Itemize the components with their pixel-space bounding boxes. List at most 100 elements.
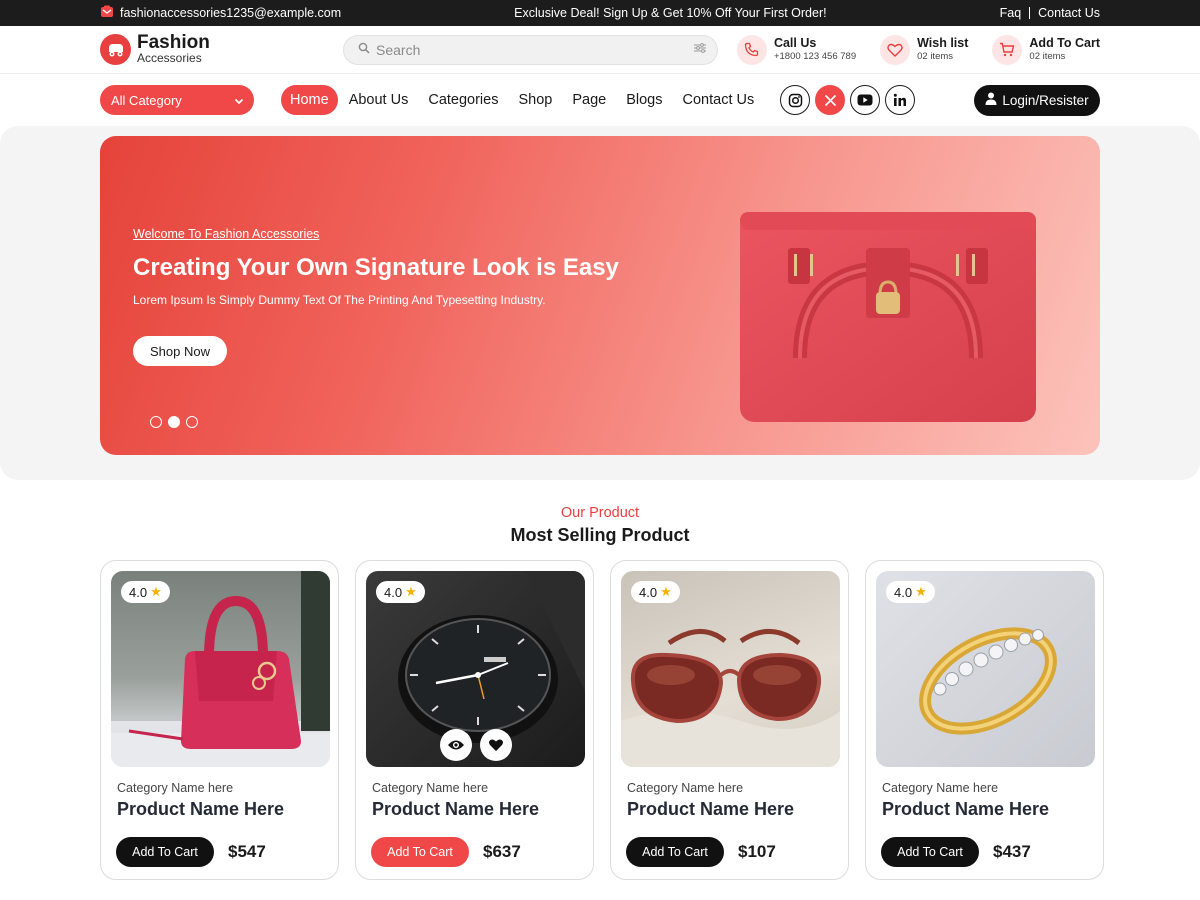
- star-icon: ★: [915, 584, 927, 599]
- product-name[interactable]: Product Name Here: [627, 799, 838, 820]
- product-card[interactable]: 4.0 ★ Category Name here Product Name He…: [610, 560, 849, 880]
- rating-badge: 4.0 ★: [886, 581, 935, 603]
- topbar-contact-link[interactable]: Contact Us: [1038, 6, 1100, 20]
- heart-icon: [880, 34, 911, 65]
- product-price: $107: [738, 842, 776, 861]
- nav-item-home[interactable]: Home: [281, 85, 338, 115]
- rating-value: 4.0: [129, 584, 148, 600]
- product-price: $547: [228, 842, 266, 861]
- add-to-cart-button[interactable]: Add To Cart: [371, 837, 469, 867]
- search-icon: [358, 41, 370, 59]
- topbar-email[interactable]: fashionaccessories1235@example.com: [100, 5, 341, 21]
- search-input[interactable]: [376, 41, 687, 58]
- product-image-handbag[interactable]: 4.0 ★: [111, 571, 330, 767]
- x-icon[interactable]: [815, 85, 846, 115]
- heart-icon[interactable]: [479, 729, 512, 761]
- shop-now-button[interactable]: Shop Now: [133, 336, 227, 366]
- topbar-promo: Exclusive Deal! Sign Up & Get 10% Off Yo…: [514, 6, 827, 20]
- product-image-watch[interactable]: 4.0 ★: [366, 571, 585, 767]
- wishlist[interactable]: Wish list 02 items: [880, 34, 969, 65]
- user-icon: [985, 92, 997, 108]
- rating-badge: 4.0 ★: [376, 581, 425, 603]
- hero-section: Welcome To Fashion Accessories Creating …: [0, 126, 1200, 480]
- topbar-email-text: fashionaccessories1235@example.com: [120, 6, 342, 20]
- nav-item-categories[interactable]: Categories: [419, 85, 507, 115]
- rating-value: 4.0: [384, 584, 403, 600]
- chevron-down-icon: [234, 93, 244, 108]
- add-to-cart-button[interactable]: Add To Cart: [116, 837, 214, 867]
- rating-value: 4.0: [639, 584, 658, 600]
- cart-icon: [992, 34, 1023, 65]
- product-card[interactable]: 4.0 ★ Category Name here Product Name He…: [355, 560, 594, 880]
- add-to-cart-button[interactable]: Add To Cart: [881, 837, 979, 867]
- product-grid: 4.0 ★ Category Name here Product Name He…: [0, 560, 1200, 880]
- category-select[interactable]: All Category: [100, 85, 254, 115]
- product-image-ring[interactable]: 4.0 ★: [876, 571, 1095, 767]
- product-category: Category Name here: [372, 781, 489, 795]
- rating-value: 4.0: [894, 584, 913, 600]
- call-us[interactable]: Call Us +1800 123 456 789: [736, 34, 857, 65]
- rating-badge: 4.0 ★: [631, 581, 680, 603]
- product-card[interactable]: 4.0 ★ Category Name here Product Name He…: [865, 560, 1104, 880]
- nav-item-contact-us[interactable]: Contact Us: [674, 85, 764, 115]
- social-links: [780, 85, 916, 115]
- login-label: Login/Resister: [1002, 92, 1089, 108]
- hero-handbag-image: [730, 198, 1050, 433]
- slider-dot-3[interactable]: [186, 416, 198, 428]
- product-price: $437: [993, 842, 1031, 861]
- product-category: Category Name here: [627, 781, 744, 795]
- mail-icon: [100, 5, 114, 21]
- add-to-cart-button[interactable]: Add To Cart: [626, 837, 724, 867]
- nav-item-about-us[interactable]: About Us: [340, 85, 418, 115]
- nav-menu: Home About Us Categories Shop Page Blogs…: [281, 85, 763, 115]
- product-category: Category Name here: [882, 781, 999, 795]
- nav-item-shop[interactable]: Shop: [509, 85, 561, 115]
- call-us-number: +1800 123 456 789: [773, 51, 857, 62]
- quick-actions: [439, 729, 512, 761]
- nav-item-blogs[interactable]: Blogs: [617, 85, 671, 115]
- cart-title: Add To Cart: [1029, 36, 1100, 50]
- main-nav: All Category Home About Us Categories Sh…: [0, 74, 1200, 126]
- rating-badge: 4.0 ★: [121, 581, 170, 603]
- logo-title: Fashion: [137, 32, 210, 53]
- hero-banner: Welcome To Fashion Accessories Creating …: [100, 136, 1100, 455]
- hero-kicker[interactable]: Welcome To Fashion Accessories: [133, 227, 319, 241]
- hero-subtitle: Lorem Ipsum Is Simply Dummy Text Of The …: [133, 293, 546, 307]
- wishlist-count: 02 items: [917, 51, 954, 62]
- top-bar: fashionaccessories1235@example.com Exclu…: [0, 0, 1200, 26]
- product-name[interactable]: Product Name Here: [882, 799, 1093, 820]
- cart[interactable]: Add To Cart 02 items: [992, 34, 1100, 65]
- slider-dot-2[interactable]: [168, 416, 180, 428]
- youtube-icon[interactable]: [850, 85, 881, 115]
- product-card[interactable]: 4.0 ★ Category Name here Product Name He…: [100, 560, 339, 880]
- section-eyebrow: Our Product: [560, 505, 640, 521]
- product-name[interactable]: Product Name Here: [372, 799, 583, 820]
- linkedin-icon[interactable]: [885, 85, 916, 115]
- header: Fashion Accessories Call Us +1800 123 45…: [0, 26, 1200, 74]
- product-category: Category Name here: [117, 781, 234, 795]
- slider-dot-1[interactable]: [150, 416, 162, 428]
- product-image-sunglasses[interactable]: 4.0 ★: [621, 571, 840, 767]
- section-title: Most Selling Product: [510, 525, 690, 545]
- logo[interactable]: Fashion Accessories: [100, 32, 343, 65]
- slider-dots: [150, 416, 198, 428]
- wishlist-title: Wish list: [917, 36, 969, 50]
- phone-icon: [736, 34, 767, 65]
- product-name[interactable]: Product Name Here: [117, 799, 328, 820]
- star-icon: ★: [660, 584, 672, 599]
- instagram-icon[interactable]: [780, 85, 811, 115]
- filter-icon[interactable]: [693, 41, 707, 59]
- eye-icon[interactable]: [439, 729, 472, 761]
- category-select-value: All Category: [111, 92, 182, 108]
- product-price: $637: [483, 842, 521, 861]
- login-button[interactable]: Login/Resister: [974, 84, 1100, 116]
- search-bar[interactable]: [343, 34, 718, 65]
- logo-subtitle: Accessories: [137, 51, 202, 65]
- nav-item-page[interactable]: Page: [563, 85, 615, 115]
- cart-count: 02 items: [1029, 51, 1066, 62]
- faq-link[interactable]: Faq: [1000, 6, 1022, 20]
- star-icon: ★: [150, 584, 162, 599]
- star-icon: ★: [405, 584, 417, 599]
- logo-icon: [100, 34, 131, 65]
- call-us-title: Call Us: [773, 36, 817, 50]
